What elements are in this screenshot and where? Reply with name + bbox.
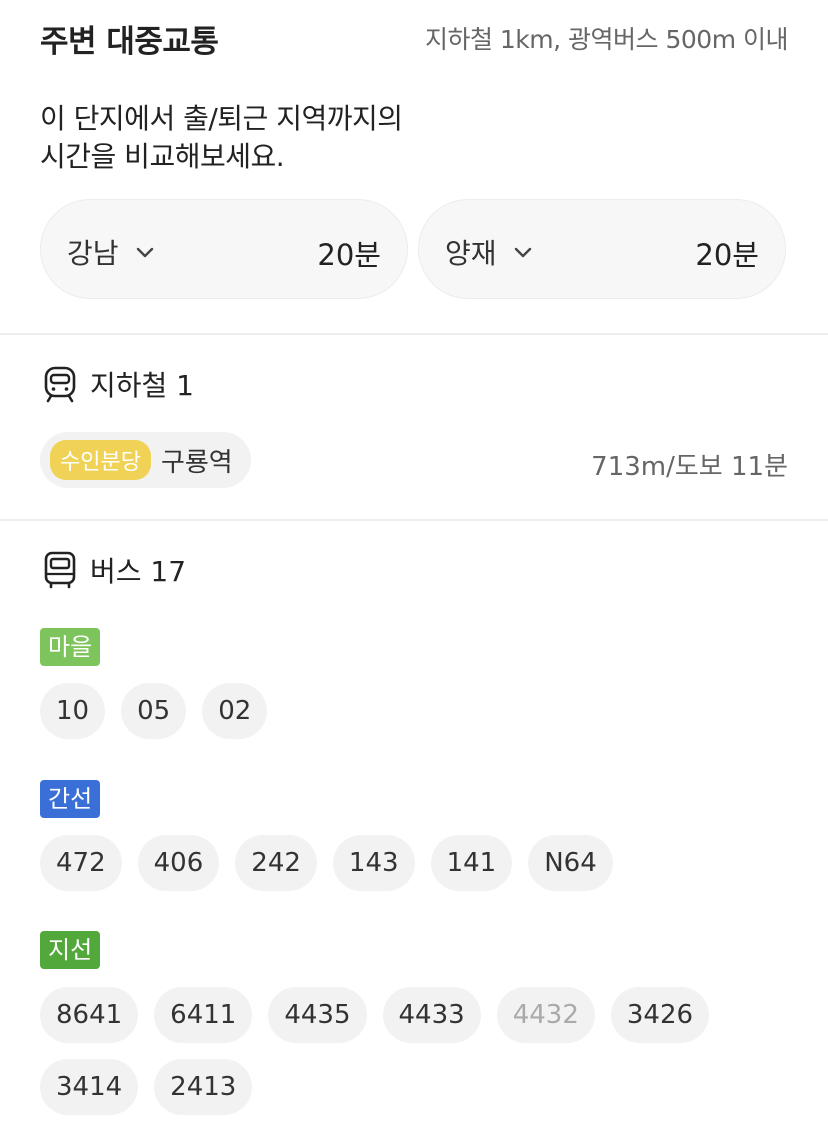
bus-route-chip[interactable]: 406 (137, 835, 220, 891)
bus-route-chip[interactable]: 10 (40, 683, 106, 739)
bus-route-chip[interactable]: 242 (235, 835, 317, 891)
bus-route-chip[interactable]: 05 (121, 683, 187, 739)
bus-route-chip[interactable]: 2413 (154, 1059, 253, 1115)
bus-title: 버스 17 (90, 555, 187, 588)
bus-route-chip[interactable]: 3426 (610, 987, 710, 1043)
subway-icon (44, 366, 76, 403)
intro-line-1: 이 단지에서 출/퇴근 지역까지의 (40, 102, 403, 135)
station-name: 구룡역 (160, 447, 233, 478)
divider (0, 333, 828, 335)
subway-section-title: 지하철 1 (40, 364, 194, 404)
bus-category-branch: 지선 (40, 931, 101, 969)
bus-route-chip[interactable]: 472 (40, 835, 122, 891)
commute-destination: 양재 (445, 237, 497, 270)
section-title: 주변 대중교통 (40, 24, 219, 60)
section-subtitle: 지하철 1km, 광역버스 500m 이내 (424, 25, 789, 54)
bus-route-list-trunk: 472 406 242 143 141 N64 (40, 835, 800, 891)
bus-icon (44, 551, 76, 589)
bus-route-chip[interactable]: 143 (332, 835, 415, 891)
commute-destination-selector[interactable]: 양재 (445, 232, 535, 272)
bus-route-chip[interactable]: 4433 (382, 987, 481, 1043)
subway-title: 지하철 1 (90, 369, 194, 402)
bus-route-list-village: 10 05 02 (40, 683, 800, 739)
station-item[interactable]: 수인분당 구룡역 (40, 432, 251, 488)
bus-section-title: 버스 17 (40, 550, 186, 590)
commute-card-yangjae[interactable]: 양재 20분 (418, 199, 786, 299)
bus-route-chip[interactable]: 141 (430, 835, 513, 891)
commute-destination: 강남 (67, 237, 119, 270)
bus-category-trunk: 간선 (40, 780, 101, 818)
commute-card-gangnam[interactable]: 강남 20분 (40, 199, 408, 299)
bus-route-list-branch: 8641 6411 4435 4433 4432 3426 3414 2413 (40, 987, 800, 1115)
commute-destination-selector[interactable]: 강남 (67, 232, 157, 272)
bus-route-chip[interactable]: N64 (528, 835, 613, 891)
subway-line-badge: 수인분당 (50, 440, 151, 480)
station-distance: 713m/도보 11분 (591, 452, 788, 482)
section-header: 주변 대중교통 지하철 1km, 광역버스 500m 이내 (0, 0, 828, 72)
bus-route-chip[interactable]: 02 (202, 683, 268, 739)
bus-route-chip[interactable]: 6411 (154, 987, 253, 1043)
intro-line-2: 시간을 비교해보세요. (40, 140, 285, 173)
bus-route-chip[interactable]: 3414 (40, 1059, 139, 1115)
chevron-down-icon (514, 247, 531, 258)
bus-route-chip[interactable]: 4435 (268, 987, 367, 1043)
commute-intro: 이 단지에서 출/퇴근 지역까지의 시간을 비교해보세요. (40, 100, 403, 176)
bus-route-chip[interactable]: 4432 (496, 987, 595, 1043)
bus-route-chip[interactable]: 8641 (40, 987, 139, 1043)
bus-category-village: 마을 (40, 628, 101, 666)
divider (0, 519, 828, 521)
commute-time: 20분 (695, 238, 759, 272)
chevron-down-icon (136, 247, 153, 258)
commute-time: 20분 (317, 238, 381, 272)
